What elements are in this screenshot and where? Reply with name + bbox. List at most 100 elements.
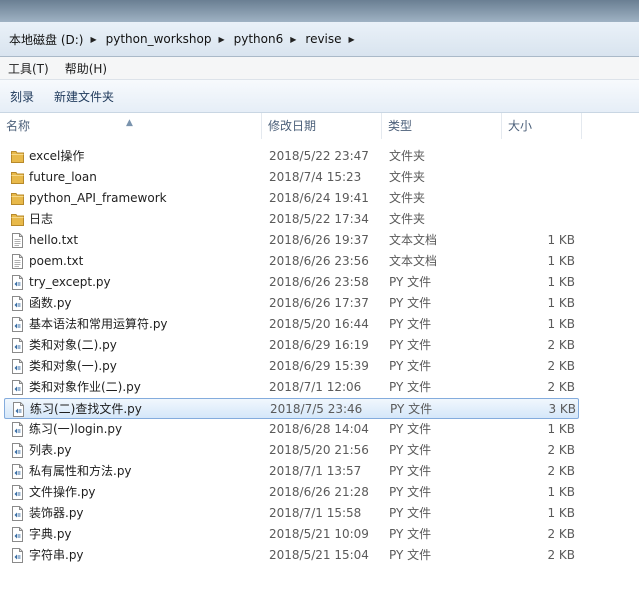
file-name: 函数.py: [29, 296, 72, 310]
file-name: future_loan: [29, 170, 97, 184]
file-name: 列表.py: [29, 443, 72, 457]
file-size: 1 KB: [547, 317, 575, 331]
file-name: 字典.py: [29, 527, 72, 541]
column-size-label: 大小: [508, 119, 533, 133]
file-row[interactable]: 基本语法和常用运算符.py 2018/5/20 16:44 PY 文件 1 KB: [4, 314, 579, 335]
column-type[interactable]: 类型: [382, 113, 502, 139]
file-row[interactable]: hello.txt 2018/6/26 19:37 文本文档 1 KB: [4, 230, 579, 251]
file-size: [504, 167, 575, 188]
chevron-right-icon[interactable]: ▶: [86, 35, 102, 44]
file-type: PY 文件: [389, 338, 432, 352]
file-type: 文件夹: [389, 170, 426, 184]
file-row[interactable]: 私有属性和方法.py 2018/7/1 13:57 PY 文件 2 KB: [4, 461, 579, 482]
file-type: PY 文件: [389, 317, 432, 331]
sort-ascending-icon: ▲: [126, 118, 133, 128]
breadcrumb-python-workshop[interactable]: python_workshop: [103, 32, 215, 46]
file-date: 2018/7/1 12:06: [269, 380, 362, 394]
file-date: 2018/6/24 19:41: [269, 191, 369, 205]
file-type: PY 文件: [389, 464, 432, 478]
breadcrumb: 本地磁盘 (D:) ▶ python_workshop ▶ python6 ▶ …: [6, 30, 361, 48]
file-date: 2018/6/26 17:37: [269, 296, 369, 310]
address-bar[interactable]: 本地磁盘 (D:) ▶ python_workshop ▶ python6 ▶ …: [0, 22, 639, 57]
file-row[interactable]: 字典.py 2018/5/21 10:09 PY 文件 2 KB: [4, 524, 579, 545]
file-date: 2018/6/29 16:19: [269, 338, 369, 352]
breadcrumb-revise[interactable]: revise: [302, 32, 344, 46]
file-size: 2 KB: [547, 380, 575, 394]
python-file-icon: [12, 402, 25, 417]
file-row[interactable]: 类和对象(二).py 2018/6/29 16:19 PY 文件 2 KB: [4, 335, 579, 356]
file-type: 文件夹: [389, 149, 426, 163]
file-type: PY 文件: [389, 485, 432, 499]
chevron-right-icon[interactable]: ▶: [286, 35, 302, 44]
chevron-right-icon[interactable]: ▶: [214, 35, 230, 44]
file-row[interactable]: 装饰器.py 2018/7/1 15:58 PY 文件 1 KB: [4, 503, 579, 524]
file-row[interactable]: 日志 2018/5/22 17:34 文件夹: [4, 209, 579, 230]
file-size: 2 KB: [547, 359, 575, 373]
python-file-icon: [11, 359, 24, 374]
file-type: 文件夹: [389, 191, 426, 205]
folder-icon: [11, 191, 24, 206]
file-name: 类和对象作业(二).py: [29, 380, 141, 394]
breadcrumb-drive[interactable]: 本地磁盘 (D:): [6, 31, 86, 48]
file-name: 装饰器.py: [29, 506, 84, 520]
file-date: 2018/6/26 23:58: [269, 275, 369, 289]
python-file-icon: [11, 485, 24, 500]
menu-help[interactable]: 帮助(H): [57, 60, 115, 77]
file-row[interactable]: 文件操作.py 2018/6/26 21:28 PY 文件 1 KB: [4, 482, 579, 503]
text-file-icon: [11, 254, 24, 269]
file-row[interactable]: 类和对象作业(二).py 2018/7/1 12:06 PY 文件 2 KB: [4, 377, 579, 398]
menu-tools[interactable]: 工具(T): [0, 60, 57, 77]
file-row[interactable]: future_loan 2018/7/4 15:23 文件夹: [4, 167, 579, 188]
file-row[interactable]: excel操作 2018/5/22 23:47 文件夹: [4, 146, 579, 167]
file-date: 2018/7/4 15:23: [269, 170, 362, 184]
chevron-right-icon[interactable]: ▶: [345, 35, 361, 44]
file-row[interactable]: try_except.py 2018/6/26 23:58 PY 文件 1 KB: [4, 272, 579, 293]
file-size: 2 KB: [547, 464, 575, 478]
file-size: 3 KB: [548, 402, 576, 416]
breadcrumb-python6[interactable]: python6: [231, 32, 287, 46]
column-size[interactable]: 大小: [502, 113, 582, 139]
file-row[interactable]: 类和对象(一).py 2018/6/29 15:39 PY 文件 2 KB: [4, 356, 579, 377]
menu-bar: 工具(T) 帮助(H): [0, 57, 639, 80]
file-size: 1 KB: [547, 254, 575, 268]
python-file-icon: [11, 275, 24, 290]
file-name: try_except.py: [29, 275, 111, 289]
file-size: 1 KB: [547, 422, 575, 436]
python-file-icon: [11, 338, 24, 353]
file-size: [504, 188, 575, 209]
file-row[interactable]: 练习(一)login.py 2018/6/28 14:04 PY 文件 1 KB: [4, 419, 579, 440]
file-size: 2 KB: [547, 338, 575, 352]
folder-icon: [11, 170, 24, 185]
file-name: hello.txt: [29, 233, 79, 247]
file-type: PY 文件: [389, 296, 432, 310]
python-file-icon: [11, 296, 24, 311]
file-type: 文本文档: [389, 254, 438, 268]
burn-button[interactable]: 刻录: [0, 88, 44, 105]
file-date: 2018/6/26 19:37: [269, 233, 369, 247]
window-title-strip: [0, 0, 639, 22]
file-name: 类和对象(二).py: [29, 338, 117, 352]
file-date: 2018/5/20 21:56: [269, 443, 369, 457]
file-size: [504, 146, 575, 167]
file-size: 1 KB: [547, 506, 575, 520]
column-date[interactable]: 修改日期: [262, 113, 382, 139]
file-size: 1 KB: [547, 485, 575, 499]
file-date: 2018/7/1 13:57: [269, 464, 362, 478]
file-row[interactable]: python_API_framework 2018/6/24 19:41 文件夹: [4, 188, 579, 209]
file-size: 1 KB: [547, 275, 575, 289]
python-file-icon: [11, 380, 24, 395]
file-name: 练习(一)login.py: [29, 422, 123, 436]
python-file-icon: [11, 548, 24, 563]
column-name[interactable]: 名称 ▲: [0, 113, 262, 139]
file-row[interactable]: 函数.py 2018/6/26 17:37 PY 文件 1 KB: [4, 293, 579, 314]
file-row[interactable]: 列表.py 2018/5/20 21:56 PY 文件 2 KB: [4, 440, 579, 461]
file-type: PY 文件: [390, 402, 433, 416]
file-name: 基本语法和常用运算符.py: [29, 317, 168, 331]
file-date: 2018/6/26 21:28: [269, 485, 369, 499]
python-file-icon: [11, 422, 24, 437]
file-row[interactable]: 字符串.py 2018/5/21 15:04 PY 文件 2 KB: [4, 545, 579, 566]
new-folder-button[interactable]: 新建文件夹: [44, 88, 124, 105]
python-file-icon: [11, 464, 24, 479]
file-row[interactable]: poem.txt 2018/6/26 23:56 文本文档 1 KB: [4, 251, 579, 272]
file-row[interactable]: 练习(二)查找文件.py 2018/7/5 23:46 PY 文件 3 KB: [4, 398, 579, 419]
